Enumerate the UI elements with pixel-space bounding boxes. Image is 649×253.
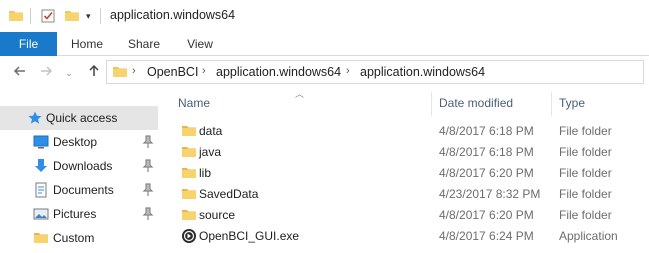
application-icon <box>181 228 197 244</box>
chevron-right-icon[interactable]: › <box>132 65 136 77</box>
folder-icon <box>33 230 49 246</box>
file-date: 4/8/2017 6:18 PM <box>439 145 534 159</box>
file-name: lib <box>199 166 212 180</box>
desktop-icon <box>33 134 49 150</box>
chevron-right-icon[interactable]: › <box>346 65 350 77</box>
breadcrumb[interactable]: application.windows64 <box>360 65 485 79</box>
pin-icon[interactable] <box>142 135 154 149</box>
sidebar-item-downloads[interactable]: Downloads <box>0 154 158 178</box>
sidebar-item-label: Downloads <box>53 159 113 173</box>
file-name: OpenBCI_GUI.exe <box>199 229 300 243</box>
download-icon <box>33 158 49 174</box>
folder-icon <box>181 165 197 181</box>
tab-home[interactable]: Home <box>63 32 111 56</box>
folder-icon[interactable] <box>8 8 24 24</box>
folder-icon <box>112 64 128 83</box>
tab-share[interactable]: Share <box>121 32 167 56</box>
breadcrumb[interactable]: OpenBCI <box>147 65 198 79</box>
divider <box>100 8 101 24</box>
file-type: File folder <box>559 187 612 201</box>
file-name: SavedData <box>199 187 259 201</box>
file-name: source <box>199 208 236 222</box>
file-row[interactable]: java 4/8/2017 6:18 PM File folder <box>173 142 649 163</box>
sidebar-item-label: Documents <box>53 183 114 197</box>
arrow-up-icon[interactable] <box>86 64 102 82</box>
file-row[interactable]: source 4/8/2017 6:20 PM File folder <box>173 205 649 226</box>
sidebar-item-custom[interactable]: Custom <box>0 226 158 250</box>
file-type: File folder <box>559 166 612 180</box>
column-headers: Name Date modified Type <box>173 92 649 116</box>
arrow-right-icon[interactable] <box>38 64 54 82</box>
divider <box>30 8 31 24</box>
sidebar-item-label: Desktop <box>53 135 98 149</box>
file-type: File folder <box>559 145 612 159</box>
sidebar-item-documents[interactable]: Documents <box>0 178 158 202</box>
file-name: data <box>199 124 223 138</box>
file-date: 4/8/2017 6:24 PM <box>439 229 534 243</box>
chevron-down-icon[interactable]: ⌄ <box>63 64 75 82</box>
sidebar-item-quick-access[interactable]: Quick access <box>0 106 158 130</box>
column-header-date[interactable]: Date modified <box>439 96 513 110</box>
address-bar[interactable]: › OpenBCI › application.windows64 › appl… <box>106 60 644 84</box>
file-date: 4/8/2017 6:20 PM <box>439 166 534 180</box>
sidebar-item-label: Quick access <box>46 111 118 125</box>
pictures-icon <box>33 206 49 222</box>
column-divider[interactable] <box>551 92 552 116</box>
folder-icon <box>181 123 197 139</box>
ribbon: File Home Share View <box>0 32 649 56</box>
properties-icon[interactable] <box>40 8 56 24</box>
folder-icon <box>181 207 197 223</box>
file-row[interactable]: OpenBCI_GUI.exe 4/8/2017 6:24 PM Applica… <box>173 226 649 247</box>
breadcrumb[interactable]: application.windows64 <box>216 65 341 79</box>
pin-icon[interactable] <box>142 159 154 173</box>
column-header-name[interactable]: Name <box>178 96 210 110</box>
documents-icon <box>33 182 49 198</box>
folder-icon <box>181 144 197 160</box>
navigation-pane: Quick access Desktop Downloads Documents <box>0 96 163 253</box>
file-row[interactable]: data 4/8/2017 6:18 PM File folder <box>173 121 649 142</box>
tab-view[interactable]: View <box>177 32 223 56</box>
sidebar-item-label: Pictures <box>53 207 97 221</box>
column-divider[interactable] <box>431 92 432 116</box>
star-icon <box>27 110 43 126</box>
sidebar-item-desktop[interactable]: Desktop <box>0 130 158 154</box>
file-type: Application <box>559 229 618 243</box>
sidebar-item-pictures[interactable]: Pictures <box>0 202 158 226</box>
file-date: 4/8/2017 6:20 PM <box>439 208 534 222</box>
file-type: File folder <box>559 208 612 222</box>
pin-icon[interactable] <box>142 183 154 197</box>
file-date: 4/23/2017 8:32 PM <box>439 187 541 201</box>
file-date: 4/8/2017 6:18 PM <box>439 124 534 138</box>
title-bar: ▾ application.windows64 <box>0 0 649 32</box>
tab-file[interactable]: File <box>0 32 57 56</box>
arrow-left-icon[interactable] <box>12 64 28 82</box>
file-type: File folder <box>559 124 612 138</box>
chevron-right-icon[interactable]: › <box>202 65 206 77</box>
file-name: java <box>199 145 222 159</box>
new-folder-icon[interactable] <box>64 8 80 24</box>
folder-icon <box>181 186 197 202</box>
sidebar-item-label: Custom <box>53 231 95 245</box>
column-header-type[interactable]: Type <box>559 96 585 110</box>
window-title: application.windows64 <box>110 8 236 22</box>
file-row[interactable]: SavedData 4/23/2017 8:32 PM File folder <box>173 184 649 205</box>
pin-icon[interactable] <box>142 207 154 221</box>
file-row[interactable]: lib 4/8/2017 6:20 PM File folder <box>173 163 649 184</box>
